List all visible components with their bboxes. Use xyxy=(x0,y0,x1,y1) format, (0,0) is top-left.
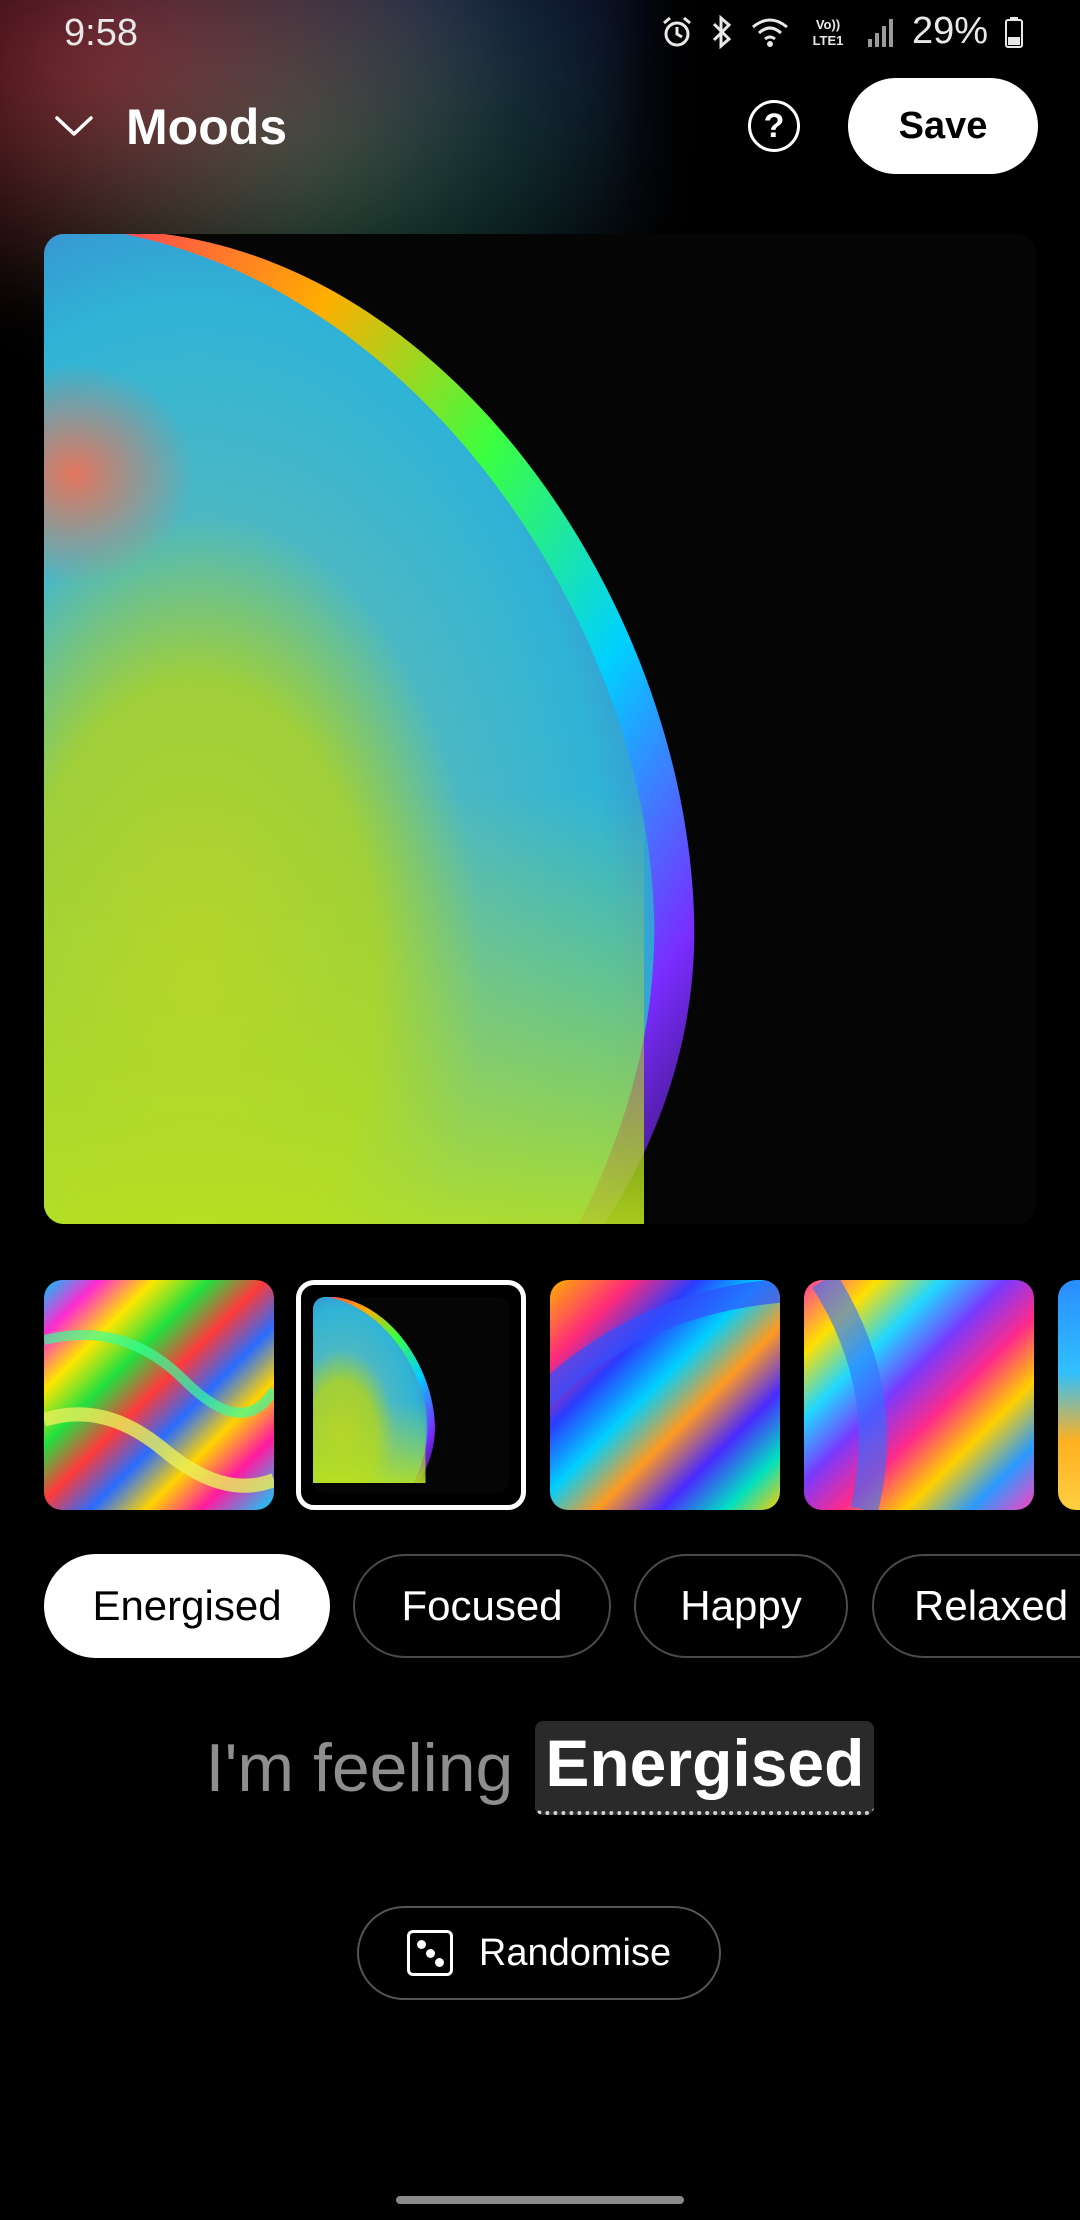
thumbnail-image xyxy=(313,1297,499,1483)
wallpaper-thumbnails xyxy=(0,1280,1080,1512)
mood-chip-energised[interactable]: Energised xyxy=(44,1554,330,1658)
battery-icon xyxy=(1005,16,1023,48)
volte-lte-icon: Vo)) LTE1 xyxy=(813,17,844,48)
battery-percentage: 29% xyxy=(911,10,988,52)
mood-chip-happy[interactable]: Happy xyxy=(634,1554,848,1658)
svg-text:Vo)): Vo)) xyxy=(816,17,840,32)
page-title: Moods xyxy=(126,99,288,155)
thumbnail-image xyxy=(550,1280,780,1510)
alarm-icon xyxy=(662,16,691,46)
thumbnail-image xyxy=(1058,1280,1080,1510)
signal-icon xyxy=(867,18,893,47)
thumbnail-3[interactable] xyxy=(550,1280,780,1510)
mood-chips: Energised Focused Happy Relaxed xyxy=(0,1554,1080,1660)
bluetooth-icon xyxy=(712,14,732,49)
network-label: LTE1 xyxy=(813,33,844,48)
thumbnail-5[interactable] xyxy=(1058,1280,1080,1510)
header: Moods ? Save xyxy=(0,78,1080,174)
feeling-sentence: I'm feeling Energised xyxy=(0,1718,1080,1818)
thumbnail-1[interactable] xyxy=(44,1280,274,1510)
wallpaper-preview xyxy=(44,234,1036,1224)
dice-icon xyxy=(406,1930,453,1976)
feeling-prefix: I'm feeling xyxy=(205,1730,514,1806)
feeling-mood-selector[interactable]: Energised xyxy=(535,1721,875,1815)
randomise-label: Randomise xyxy=(478,1931,672,1974)
thumbnail-image xyxy=(804,1280,1034,1510)
thumbnail-image xyxy=(44,1280,274,1510)
bubble-preview-image xyxy=(44,234,1036,1224)
thumbnail-2-selected[interactable] xyxy=(296,1280,526,1510)
wifi-icon xyxy=(751,18,788,47)
help-button[interactable]: ? xyxy=(748,100,800,152)
help-icon: ? xyxy=(763,106,785,145)
thumbnail-4[interactable] xyxy=(804,1280,1034,1510)
status-icons: Vo)) LTE1 29% xyxy=(660,10,1024,53)
home-indicator[interactable] xyxy=(396,2196,684,2204)
mood-chip-relaxed[interactable]: Relaxed xyxy=(872,1554,1080,1658)
chevron-down-icon xyxy=(55,116,93,136)
moods-screen: 9:58 Vo)) LTE1 29% Moods ? Save Energise… xyxy=(0,0,1080,2220)
status-bar: 9:58 Vo)) LTE1 29% xyxy=(0,0,1080,66)
save-button[interactable]: Save xyxy=(848,78,1038,174)
mood-chip-focused[interactable]: Focused xyxy=(353,1554,611,1658)
randomise-button[interactable]: Randomise xyxy=(357,1906,721,2000)
status-time: 9:58 xyxy=(64,12,138,54)
collapse-button[interactable] xyxy=(44,98,104,154)
